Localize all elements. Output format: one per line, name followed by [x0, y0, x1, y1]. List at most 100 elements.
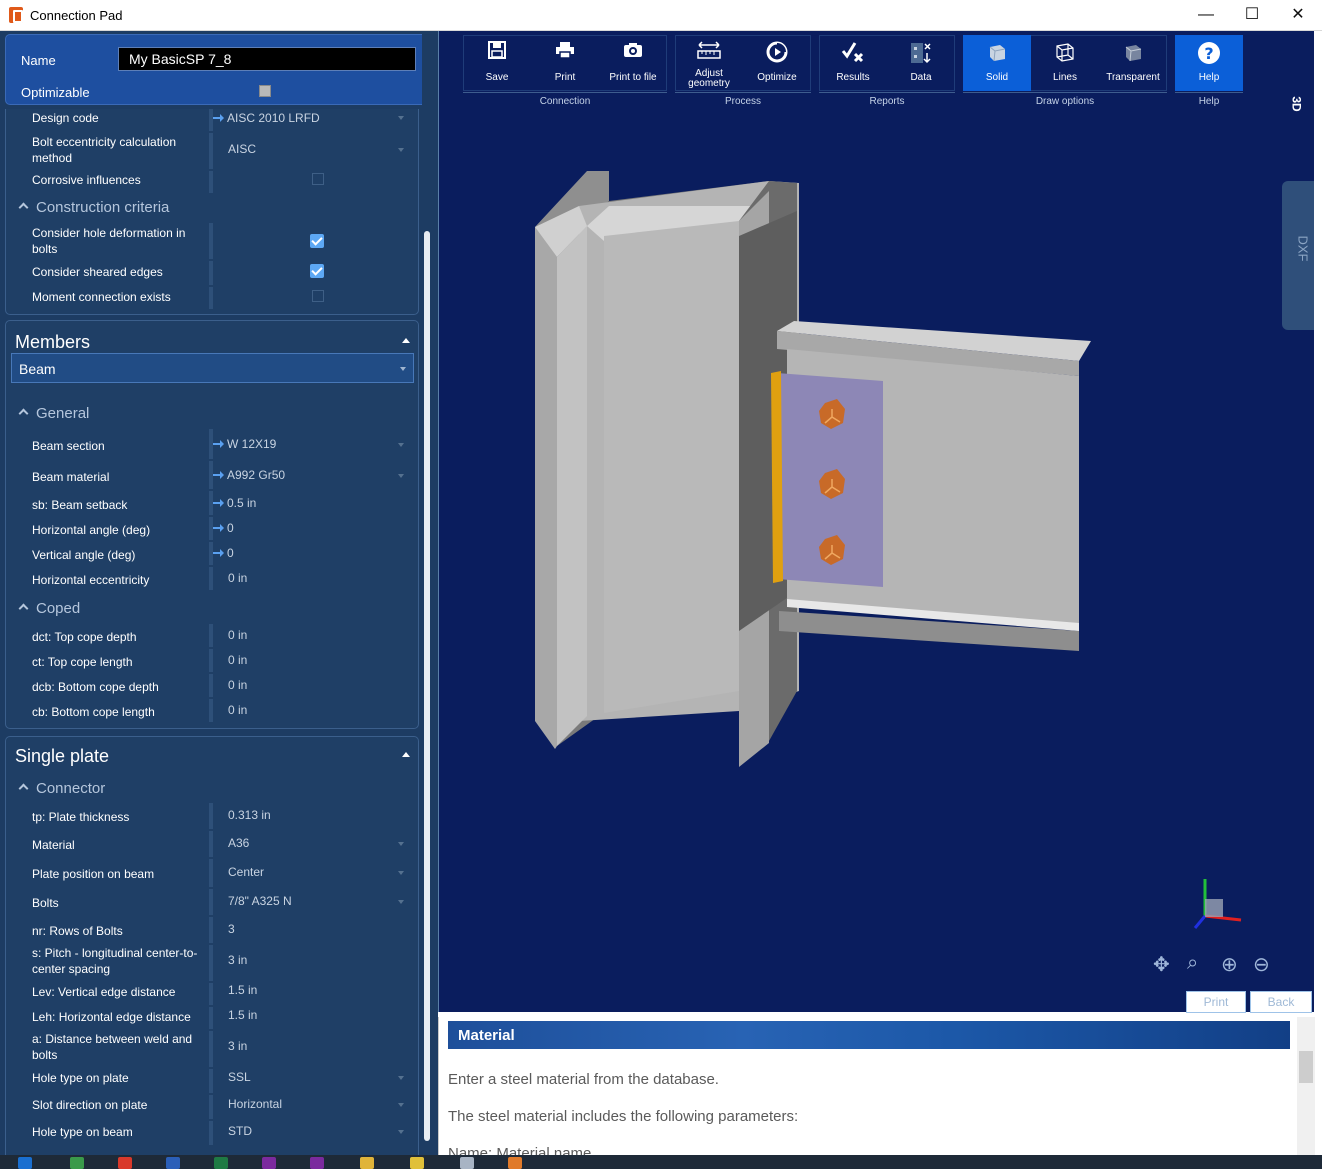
member-select[interactable]: Beam: [11, 353, 414, 383]
members-title: Members: [15, 332, 91, 352]
design-code-label: Design code: [32, 111, 99, 125]
beam-setback-value[interactable]: 0.5 in: [213, 496, 256, 510]
beam-section-label: Beam section: [32, 439, 105, 453]
moment-connection-label: Moment connection exists: [32, 290, 171, 304]
plate-position-label: Plate position on beam: [32, 867, 155, 881]
design-section: Design code AISC 2010 LRFD Bolt eccentri…: [5, 109, 419, 315]
properties-panel: Name My BasicSP 7_8 Optimizable Design c…: [0, 31, 438, 1169]
slot-direction-label: Slot direction on plate: [32, 1098, 148, 1112]
beam-material-value[interactable]: A992 Gr50: [213, 468, 285, 482]
window-title: Connection Pad: [30, 8, 123, 23]
top-cope-depth-value[interactable]: 0 in: [228, 628, 247, 642]
corrosive-checkbox[interactable]: [312, 173, 324, 185]
horizontal-edge-distance-label: Leh: Horizontal edge distance: [32, 1010, 191, 1024]
sheared-edges-checkbox[interactable]: [310, 264, 324, 278]
horizontal-angle-label: Horizontal angle (deg): [32, 523, 151, 537]
scrollbar-thumb[interactable]: [424, 231, 430, 1141]
chevron-down-icon: [398, 148, 404, 152]
hole-type-plate-value[interactable]: SSL: [228, 1070, 251, 1084]
slot-direction-value[interactable]: Horizontal: [228, 1097, 282, 1111]
chevron-up-icon: [18, 408, 29, 419]
chevron-up-icon: [18, 202, 29, 213]
single-plate-title: Single plate: [15, 746, 110, 766]
members-section: Members Beam General Beam section W 12X1…: [5, 320, 419, 729]
help-back-button[interactable]: Back: [1250, 991, 1312, 1013]
top-cope-length-value[interactable]: 0 in: [228, 653, 247, 667]
zoom-window-icon[interactable]: ⌕: [1187, 952, 1198, 975]
help-tabs: Print Back: [438, 983, 1314, 1013]
bottom-cope-length-value[interactable]: 0 in: [228, 703, 247, 717]
onenote-icon[interactable]: [262, 1157, 276, 1169]
arrow-icon: [213, 439, 224, 448]
chrome-icon[interactable]: [118, 1157, 132, 1169]
general-header[interactable]: General: [18, 405, 89, 422]
bolts-label: Bolts: [32, 896, 59, 910]
bolts-value[interactable]: 7/8" A325 N: [228, 894, 292, 908]
weld-bolt-distance-value[interactable]: 3 in: [228, 1039, 247, 1053]
close-button[interactable]: ✕: [1275, 0, 1321, 31]
vertical-edge-distance-value[interactable]: 1.5 in: [228, 983, 257, 997]
horizontal-eccentricity-label: Horizontal eccentricity: [32, 573, 150, 587]
minimize-button[interactable]: —: [1183, 0, 1229, 31]
app-icon[interactable]: [70, 1157, 84, 1169]
pan-icon[interactable]: ✥: [1153, 952, 1170, 977]
top-cope-length-label: ct: Top cope length: [32, 655, 133, 669]
beam-material-label: Beam material: [32, 470, 110, 484]
app-icon[interactable]: [460, 1157, 474, 1169]
single-plate-section: Single plate Connector tp: Plate thickne…: [5, 736, 419, 1169]
plate-thickness-value[interactable]: 0.313 in: [228, 808, 271, 822]
folder-icon[interactable]: [360, 1157, 374, 1169]
zoom-out-icon[interactable]: ⊖: [1253, 952, 1270, 977]
chevron-down-icon: [398, 842, 404, 846]
plate-thickness-label: tp: Plate thickness: [32, 810, 130, 824]
arrow-icon: [213, 470, 224, 479]
chevron-down-icon: [398, 1076, 404, 1080]
horizontal-edge-distance-value[interactable]: 1.5 in: [228, 1008, 257, 1022]
vertical-angle-value[interactable]: 0: [213, 546, 234, 560]
word-icon[interactable]: [166, 1157, 180, 1169]
app-icon[interactable]: [410, 1157, 424, 1169]
connection-3d-model: [535, 171, 1242, 929]
arrow-icon: [213, 498, 224, 507]
bolt-eccentricity-value[interactable]: AISC: [228, 142, 256, 156]
outlook-icon[interactable]: [18, 1157, 32, 1169]
connection-pad-taskbar-icon[interactable]: [508, 1157, 522, 1169]
top-cope-depth-label: dct: Top cope depth: [32, 630, 137, 644]
name-input[interactable]: My BasicSP 7_8: [118, 47, 416, 71]
pitch-label: s: Pitch - longitudinal center-to-center…: [32, 946, 198, 976]
optimizable-checkbox[interactable]: [259, 85, 271, 97]
arrow-icon: [213, 113, 224, 122]
3d-viewport[interactable]: Save Print Print to file Connection Adju…: [438, 31, 1315, 1012]
hole-deformation-checkbox[interactable]: [310, 234, 324, 248]
rows-of-bolts-label: nr: Rows of Bolts: [32, 924, 123, 938]
vertical-angle-label: Vertical angle (deg): [32, 548, 136, 562]
excel-icon[interactable]: [214, 1157, 228, 1169]
bottom-cope-depth-label: dcb: Bottom cope depth: [32, 680, 159, 694]
help-paragraph: The steel material includes the followin…: [448, 1108, 799, 1125]
plate-material-value[interactable]: A36: [228, 836, 249, 850]
plate-position-value[interactable]: Center: [228, 865, 264, 879]
pitch-value[interactable]: 3 in: [228, 953, 247, 967]
connector-header[interactable]: Connector: [18, 780, 105, 797]
app-icon[interactable]: [310, 1157, 324, 1169]
help-print-button[interactable]: Print: [1186, 991, 1246, 1013]
horizontal-eccentricity-value[interactable]: 0 in: [228, 571, 247, 585]
bottom-cope-depth-value[interactable]: 0 in: [228, 678, 247, 692]
collapse-icon[interactable]: [402, 752, 410, 757]
collapse-icon[interactable]: [402, 338, 410, 343]
design-code-value[interactable]: AISC 2010 LRFD: [213, 111, 320, 125]
coped-header[interactable]: Coped: [18, 600, 80, 617]
panel-scrollbar[interactable]: [422, 31, 432, 1169]
construction-criteria-header[interactable]: Construction criteria: [18, 199, 169, 216]
hole-type-beam-value[interactable]: STD: [228, 1124, 252, 1138]
maximize-button[interactable]: ☐: [1229, 0, 1275, 31]
bottom-cope-length-label: cb: Bottom cope length: [32, 705, 155, 719]
arrow-icon: [213, 523, 224, 532]
horizontal-angle-value[interactable]: 0: [213, 521, 234, 535]
moment-connection-checkbox[interactable]: [312, 290, 324, 302]
beam-section-value[interactable]: W 12X19: [213, 437, 276, 451]
help-pane: Material Enter a steel material from the…: [438, 1017, 1315, 1169]
help-scrollbar[interactable]: [1297, 1017, 1315, 1169]
zoom-in-icon[interactable]: ⊕: [1221, 952, 1238, 977]
rows-of-bolts-value[interactable]: 3: [228, 922, 235, 936]
